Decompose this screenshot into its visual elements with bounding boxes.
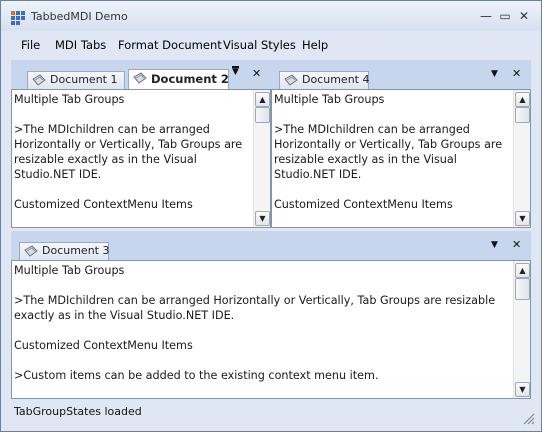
document-editor[interactable]: Multiple Tab Groups >The MDIchildren can…: [11, 89, 271, 228]
close-tab-icon[interactable]: ✕: [512, 67, 521, 80]
tab-document-1[interactable]: Document 1: [27, 71, 125, 89]
document-text: Multiple Tab Groups >The MDIchildren can…: [274, 93, 503, 211]
tab-group-top-right: Document 4 ▼ ✕ Multiple Tab Groups >The …: [271, 60, 531, 228]
scroll-thumb[interactable]: [515, 278, 530, 300]
menu-mdi-tabs[interactable]: MDI Tabs: [55, 38, 106, 52]
vertical-scrollbar[interactable]: ▲ ▼: [513, 261, 530, 398]
tab-document-3[interactable]: Document 3: [19, 242, 109, 260]
scroll-thumb[interactable]: [255, 107, 270, 123]
scroll-down-button[interactable]: ▼: [515, 211, 530, 226]
status-bar: TabGroupStates loaded: [1, 399, 541, 431]
menu-format-document[interactable]: Format Document: [118, 38, 222, 52]
scroll-down-button[interactable]: ▼: [255, 211, 270, 226]
vertical-scrollbar[interactable]: ▲ ▼: [253, 90, 270, 227]
menu-help[interactable]: Help: [302, 38, 328, 52]
scroll-up-button[interactable]: ▲: [255, 92, 270, 107]
tab-group-top-left: Document 1 Document 2 ▼ ✕ Multiple Tab G…: [11, 60, 271, 228]
tab-list-dropdown-icon[interactable]: ▼: [232, 66, 239, 77]
close-tab-icon[interactable]: ✕: [252, 67, 261, 80]
close-button[interactable]: ✕: [517, 9, 531, 23]
tab-label: Document 3: [42, 244, 110, 257]
title-bar[interactable]: TabbedMDI Demo — ▭ ✕: [1, 1, 541, 31]
tab-list-dropdown-icon[interactable]: ▼: [491, 240, 498, 250]
tab-list-dropdown-icon[interactable]: ▼: [491, 69, 498, 79]
menu-bar: File MDI Tabs Format Document Visual Sty…: [1, 34, 541, 56]
tab-strip: Document 4 ▼ ✕: [271, 60, 531, 90]
scroll-thumb[interactable]: [515, 107, 530, 123]
menu-file[interactable]: File: [21, 38, 40, 52]
document-icon: [284, 74, 298, 86]
document-text: Multiple Tab Groups >The MDIchildren can…: [14, 93, 243, 211]
minimize-button[interactable]: —: [479, 9, 493, 23]
close-tab-icon[interactable]: ✕: [512, 238, 521, 251]
document-icon: [133, 72, 147, 84]
status-text: TabGroupStates loaded: [14, 405, 142, 418]
resize-grip-icon[interactable]: [523, 413, 535, 425]
tab-label: Document 1: [50, 73, 118, 86]
tab-document-2[interactable]: Document 2: [128, 69, 229, 89]
tab-label: Document 2: [151, 72, 229, 86]
vertical-scrollbar[interactable]: ▲ ▼: [513, 90, 530, 227]
document-icon: [32, 74, 46, 86]
scroll-up-button[interactable]: ▲: [515, 92, 530, 107]
tab-label: Document 4: [302, 73, 370, 86]
scroll-up-button[interactable]: ▲: [515, 263, 530, 278]
app-window: TabbedMDI Demo — ▭ ✕ File MDI Tabs Forma…: [0, 0, 542, 432]
document-editor[interactable]: Multiple Tab Groups >The MDIchildren can…: [11, 260, 531, 399]
app-icon: [11, 11, 25, 25]
tab-strip: Document 1 Document 2 ▼ ✕: [11, 60, 271, 90]
tab-group-bottom: Document 3 ▼ ✕ Multiple Tab Groups >The …: [11, 231, 531, 399]
window-title: TabbedMDI Demo: [31, 10, 128, 23]
maximize-button[interactable]: ▭: [498, 9, 512, 23]
scroll-down-button[interactable]: ▼: [515, 382, 530, 397]
tab-strip: Document 3 ▼ ✕: [11, 231, 531, 261]
menu-visual-styles[interactable]: Visual Styles: [223, 38, 296, 52]
document-icon: [24, 245, 38, 257]
tab-document-4[interactable]: Document 4: [279, 71, 369, 89]
document-editor[interactable]: Multiple Tab Groups >The MDIchildren can…: [271, 89, 531, 228]
document-text: Multiple Tab Groups >The MDIchildren can…: [14, 264, 496, 382]
